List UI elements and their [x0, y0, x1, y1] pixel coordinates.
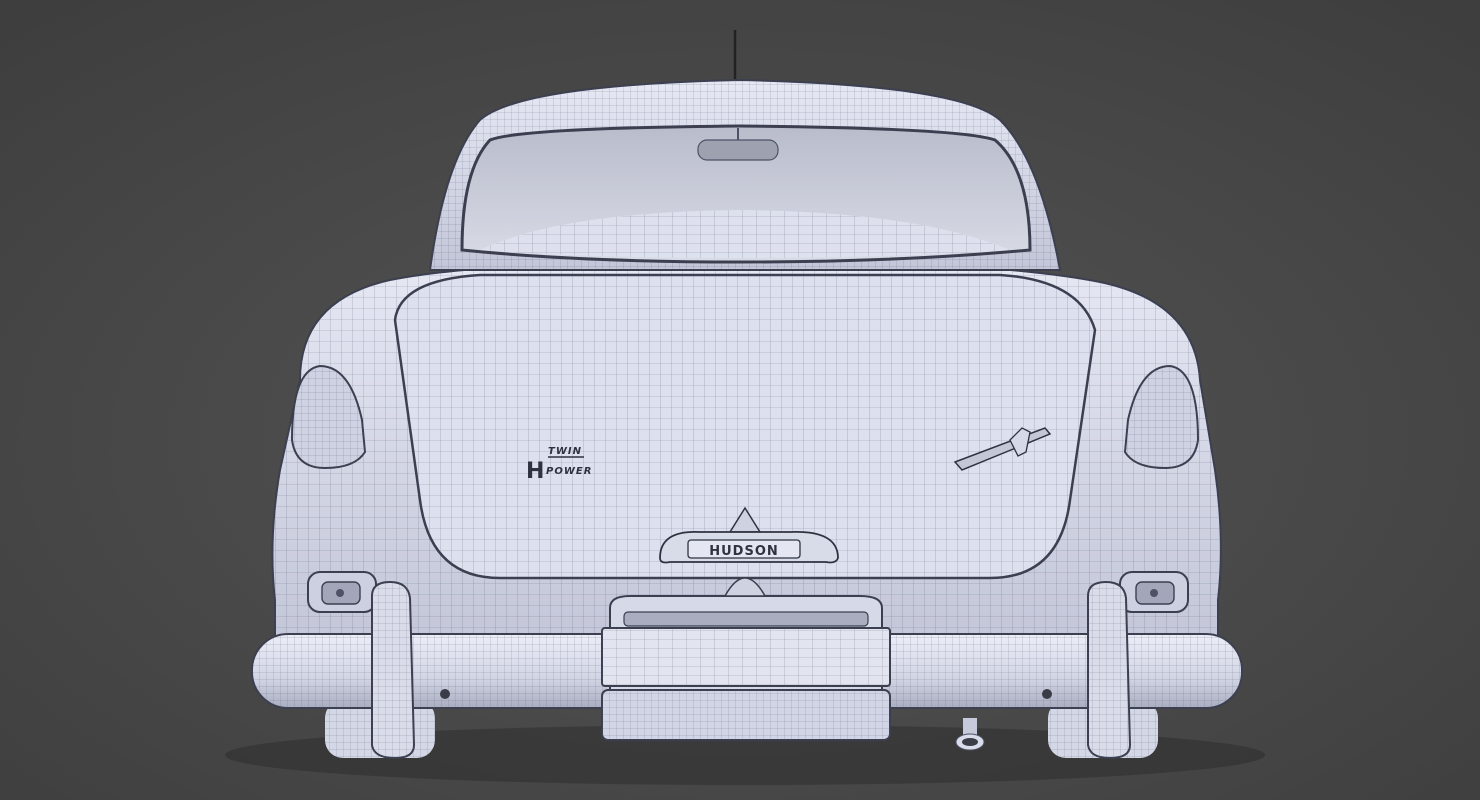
emblem-twin-text: TWIN: [548, 446, 582, 457]
car-render-stage: TWIN H POWER HUDSON: [0, 0, 1480, 800]
bumper-bolt-right: [1042, 689, 1052, 699]
emblem-power-text: POWER: [546, 466, 592, 477]
right-bumper-guard: [1087, 580, 1132, 760]
rear-window: [460, 124, 1032, 264]
license-plate-housing: [601, 577, 891, 741]
right-backup-light: [1119, 571, 1189, 613]
left-backup-light: [307, 571, 377, 613]
rearview-mirror: [697, 139, 779, 161]
emblem-h-letter: H: [526, 459, 545, 484]
brand-plate-text: HUDSON: [709, 544, 779, 559]
left-bumper-guard: [371, 580, 416, 760]
bumper-bolt-left: [440, 689, 450, 699]
